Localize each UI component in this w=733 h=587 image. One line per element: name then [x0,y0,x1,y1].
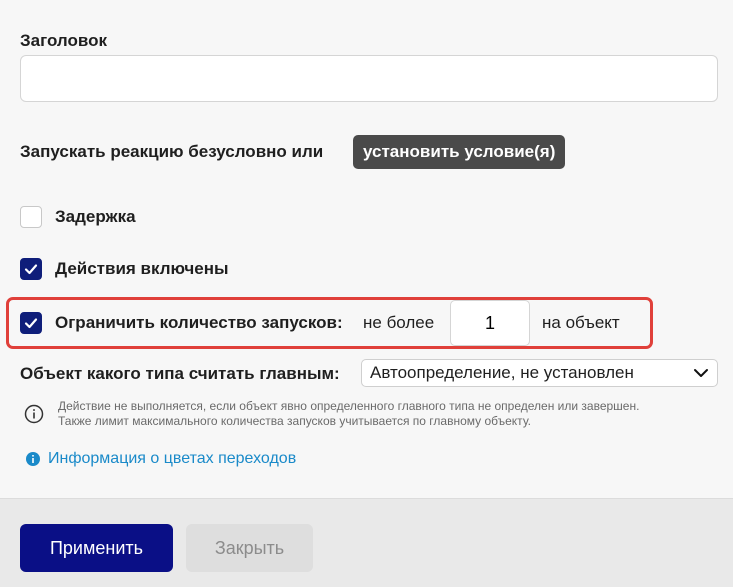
title-label: Заголовок [20,31,108,50]
apply-button[interactable]: Применить [20,524,173,572]
actions-enabled-label: Действия включены [55,259,229,278]
main-type-selected: Автоопределение, не установлен [370,363,634,382]
chevron-down-icon [694,369,708,377]
info-icon [24,404,44,424]
main-type-select[interactable]: Автоопределение, не установлен [361,359,718,387]
info-note-line-1: Действие не выполняется, если объект явн… [58,399,640,413]
title-input[interactable] [20,55,718,102]
actions-enabled-checkbox[interactable] [20,258,42,280]
reaction-settings-panel: Заголовок Запускать реакцию безусловно и… [0,0,733,498]
main-type-label: Объект какого типа считать главным: [20,364,340,383]
checkmark-icon [24,318,38,329]
checkmark-icon [24,264,38,275]
delay-label: Задержка [55,207,136,226]
set-condition-button[interactable]: установить условие(я) [353,135,566,169]
limit-runs-row[interactable]: Ограничить количество запусков: [20,300,343,346]
actions-enabled-row[interactable]: Действия включены [20,258,229,280]
limit-runs-checkbox[interactable] [20,312,42,334]
colors-info-link-label: Информация о цветах переходов [48,450,297,467]
colors-info-link[interactable]: Информация о цветах переходов [26,450,296,468]
limit-runs-label: Ограничить количество запусков: [55,313,343,332]
info-icon [26,452,40,466]
close-button[interactable]: Закрыть [186,524,313,572]
delay-row[interactable]: Задержка [20,206,136,228]
limit-count-input[interactable] [450,300,530,346]
limit-prefix: не более [363,313,435,332]
delay-checkbox[interactable] [20,206,42,228]
info-note: Действие не выполняется, если объект явн… [58,399,639,429]
info-note-line-2: Также лимит максимального количества зап… [58,414,531,428]
limit-suffix: на объект [542,313,620,332]
run-condition-label: Запускать реакцию безусловно или [20,142,324,161]
